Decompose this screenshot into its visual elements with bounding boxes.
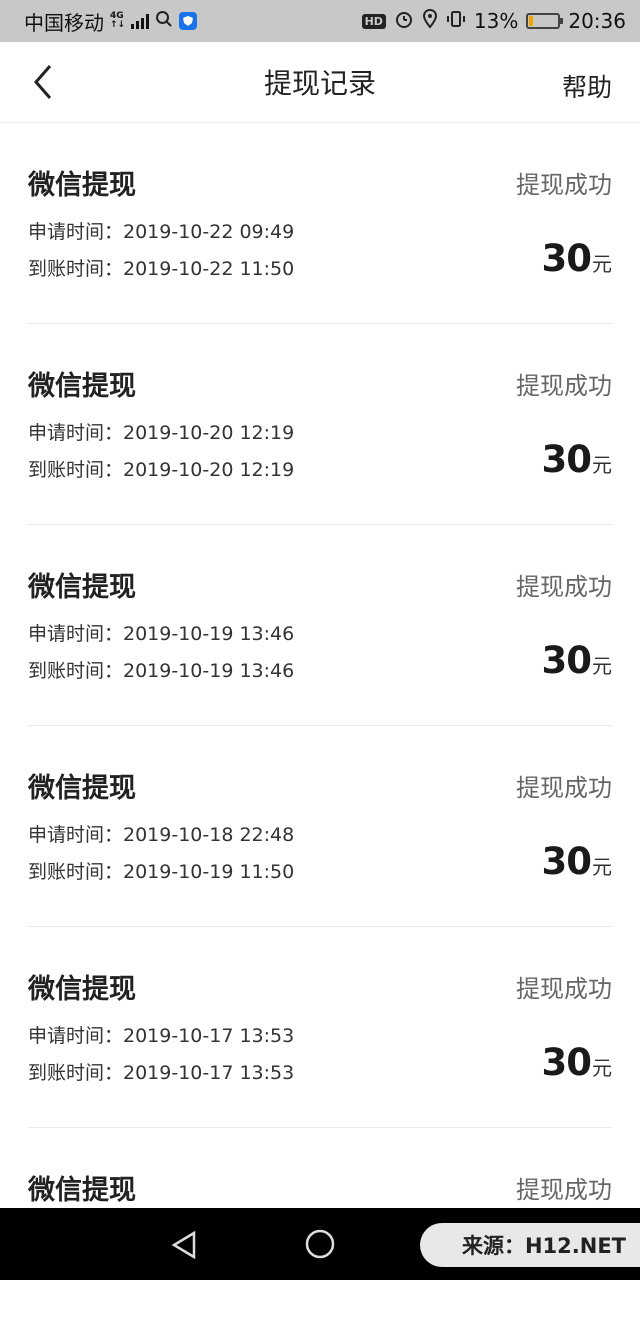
record-title: 微信提现	[28, 773, 136, 804]
app-header: 提现记录 帮助	[0, 42, 640, 123]
amount-value: 30	[541, 840, 592, 883]
record-amount: 30 元	[542, 840, 613, 883]
signal-icon	[131, 13, 150, 29]
apply-time: 申请时间：2019-10-18 22:48	[28, 824, 295, 846]
list-item[interactable]: 微信提现 提现成功 申请时间：2019-10-22 09:49 到账时间：201…	[28, 123, 612, 324]
apply-time: 申请时间：2019-10-19 13:46	[28, 623, 295, 645]
status-bar: 中国移动 4G ↑↓ HD 13% 20:36	[0, 0, 640, 42]
record-status: 提现成功	[516, 774, 612, 802]
list-item[interactable]: 微信提现 提现成功 申请时间：2019-10-18 22:48 到账时间：201…	[28, 726, 612, 927]
arrive-time: 到账时间：2019-10-19 13:46	[28, 660, 295, 682]
record-amount: 30 元	[542, 639, 613, 682]
record-amount: 30 元	[542, 438, 613, 481]
location-icon	[422, 8, 438, 34]
record-title: 微信提现	[28, 974, 136, 1005]
circle-home-icon	[305, 1229, 335, 1259]
nav-home-button[interactable]	[304, 1228, 336, 1264]
amount-unit: 元	[592, 453, 612, 477]
clock: 20:36	[568, 9, 626, 33]
apply-time: 申请时间：2019-10-17 13:53	[28, 1025, 295, 1047]
record-title: 微信提现	[28, 170, 136, 201]
record-amount: 30 元	[542, 1041, 613, 1084]
carrier-label: 中国移动	[24, 10, 104, 35]
help-button[interactable]: 帮助	[562, 68, 612, 104]
search-icon	[155, 9, 173, 33]
watermark: 来源：H12.NET	[420, 1223, 640, 1267]
withdrawal-list: 微信提现 提现成功 申请时间：2019-10-22 09:49 到账时间：201…	[0, 123, 640, 1328]
list-item[interactable]: 微信提现 提现成功 申请时间：2019-10-17 13:53 到账时间：201…	[28, 927, 612, 1128]
amount-unit: 元	[592, 1056, 612, 1080]
amount-value: 30	[541, 639, 592, 682]
amount-unit: 元	[592, 654, 612, 678]
arrive-time: 到账时间：2019-10-17 13:53	[28, 1062, 295, 1084]
apply-time: 申请时间：2019-10-22 09:49	[28, 221, 295, 243]
record-status: 提现成功	[516, 372, 612, 400]
nav-back-button[interactable]	[170, 1230, 198, 1264]
battery-icon	[526, 13, 564, 29]
hd-icon: HD	[361, 13, 386, 29]
arrive-time: 到账时间：2019-10-22 11:50	[28, 258, 295, 280]
apply-time: 申请时间：2019-10-20 12:19	[28, 422, 295, 444]
amount-unit: 元	[592, 252, 612, 276]
network-badge: 4G ↑↓	[110, 11, 126, 30]
triangle-back-icon	[171, 1230, 196, 1260]
record-amount: 30 元	[542, 237, 613, 280]
shield-icon	[179, 12, 198, 30]
battery-percent: 13%	[473, 9, 519, 33]
record-title: 微信提现	[28, 572, 136, 603]
record-status: 提现成功	[516, 1176, 612, 1204]
record-title: 微信提现	[28, 1175, 136, 1206]
record-status: 提现成功	[516, 573, 612, 601]
record-status: 提现成功	[516, 171, 612, 199]
arrive-time: 到账时间：2019-10-19 11:50	[28, 861, 295, 883]
vibrate-icon	[446, 9, 466, 34]
record-title: 微信提现	[28, 371, 136, 402]
amount-value: 30	[541, 438, 592, 481]
amount-value: 30	[541, 1041, 592, 1084]
amount-value: 30	[541, 237, 592, 280]
record-status: 提现成功	[516, 975, 612, 1003]
list-item[interactable]: 微信提现 提现成功 申请时间：2019-10-19 13:46 到账时间：201…	[28, 525, 612, 726]
arrive-time: 到账时间：2019-10-20 12:19	[28, 459, 295, 481]
amount-unit: 元	[592, 855, 612, 879]
list-item[interactable]: 微信提现 提现成功 申请时间：2019-10-20 12:19 到账时间：201…	[28, 324, 612, 525]
alarm-icon	[394, 9, 414, 34]
page-title: 提现记录	[263, 67, 376, 100]
